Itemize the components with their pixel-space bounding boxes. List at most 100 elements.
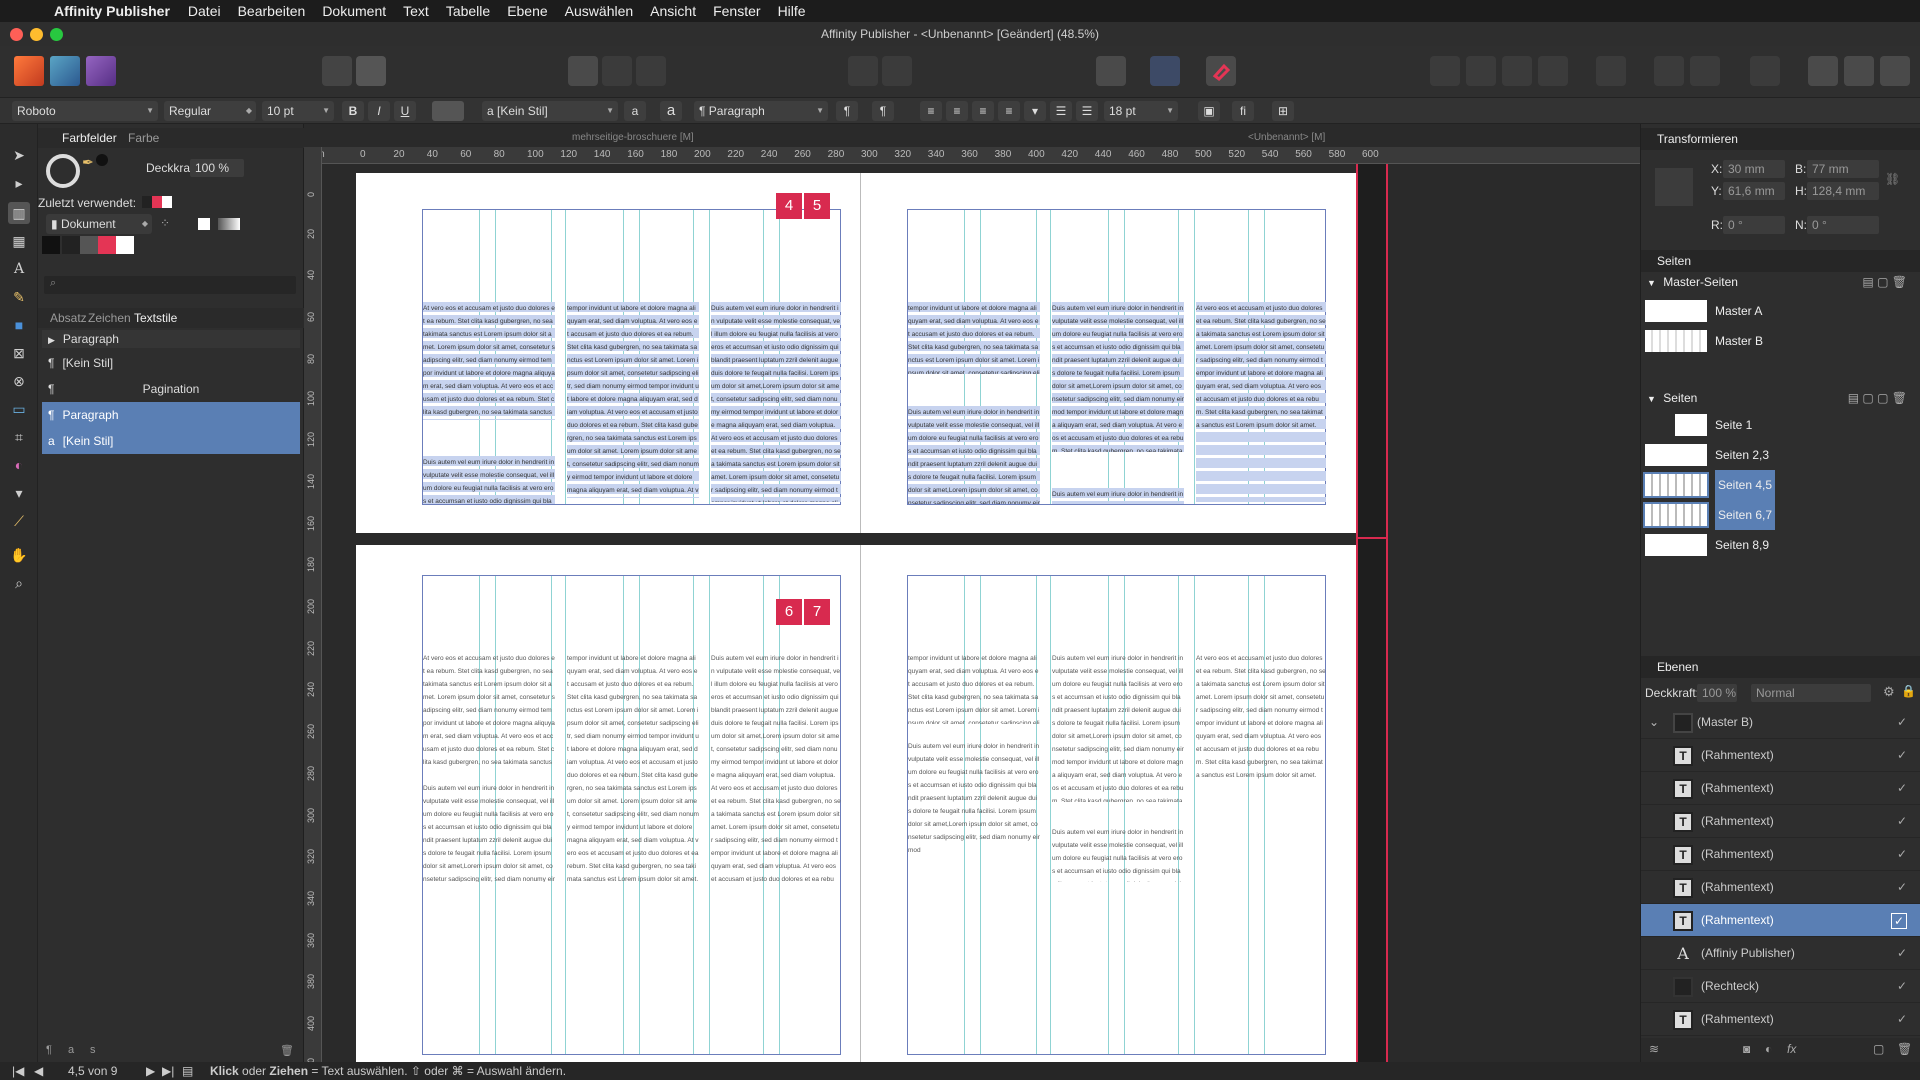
next-page-icon[interactable]: ▶ xyxy=(146,1062,155,1080)
crop-tool-icon[interactable]: ⌗ xyxy=(8,426,30,448)
layer-row[interactable]: T (Rahmentext) ✓ xyxy=(1641,739,1920,772)
spread-4-5[interactable]: At vero eos et accusam et justo duo dolo… xyxy=(356,173,1356,533)
text-column[interactable]: tempor invidunt ut labore et dolore magn… xyxy=(567,302,699,498)
master-page-item[interactable]: Master B xyxy=(1641,326,1920,356)
mask-icon[interactable]: ◙ xyxy=(1743,1042,1750,1056)
stop-icon[interactable] xyxy=(882,56,912,86)
preflight-icon[interactable] xyxy=(322,56,352,86)
document-canvas[interactable]: At vero eos et accusam et justo duo dolo… xyxy=(322,147,1640,1062)
layer-row[interactable]: T (Rahmentext) ✓ xyxy=(1641,805,1920,838)
leading-field[interactable]: 18 pt ▼ xyxy=(1104,101,1178,121)
layer-row[interactable]: T (Rahmentext) ✓ xyxy=(1641,871,1920,904)
arrange-forward-icon[interactable] xyxy=(1466,56,1496,86)
zoom-tool-icon[interactable]: ⌕ xyxy=(8,572,30,594)
style-item-kein-stil-char[interactable]: a [Kein Stil] xyxy=(42,428,300,454)
tab-zeichen[interactable]: Zeichen xyxy=(88,311,131,325)
swatch-dark[interactable] xyxy=(62,236,80,254)
style-item-pagination[interactable]: ¶ Pagination xyxy=(42,376,300,402)
app-menu[interactable]: Affinity Publisher xyxy=(54,3,170,19)
text-column[interactable]: Duis autem vel eum iriure dolor in hendr… xyxy=(1052,488,1184,504)
menu-ebene[interactable]: Ebene xyxy=(507,3,547,19)
fill-stroke-indicator[interactable] xyxy=(46,154,80,188)
shear-field[interactable]: 0 ° xyxy=(1807,216,1879,234)
preview-mode-icon[interactable] xyxy=(636,56,666,86)
align-left-text-icon[interactable]: ≡ xyxy=(920,101,942,121)
pin-icon[interactable] xyxy=(848,56,878,86)
visibility-checkbox[interactable]: ✓ xyxy=(1897,772,1907,805)
palette-select[interactable]: ▮ Dokument ◆ xyxy=(46,214,152,234)
layer-row[interactable]: ⌄ (Master B) ✓ xyxy=(1641,706,1920,739)
underline-button[interactable]: U xyxy=(394,101,416,121)
hand-tool-icon[interactable]: ✋ xyxy=(8,544,30,566)
settings-icon[interactable] xyxy=(356,56,386,86)
master-pages-header[interactable]: ▼ Master-Seiten ▤ ▢ 🗑 xyxy=(1641,272,1920,292)
lock-icon[interactable]: 🔒 xyxy=(1901,684,1916,698)
recent-swatch-white[interactable] xyxy=(162,196,172,208)
visibility-checkbox[interactable]: ✓ xyxy=(1897,871,1907,904)
horizontal-ruler[interactable]: mm 0 20 40 60 80 100 120 140 160 180 200 220 240 260 2… xyxy=(322,147,1640,164)
color-picker-tool-icon[interactable]: ◐ xyxy=(8,454,30,476)
snapping-icon[interactable] xyxy=(1206,56,1236,86)
designer-persona-icon[interactable] xyxy=(50,56,80,86)
pipette-tool-icon[interactable]: ⟋ xyxy=(8,510,30,532)
align-icon[interactable] xyxy=(1150,56,1180,86)
menu-bearbeiten[interactable]: Bearbeiten xyxy=(238,3,306,19)
baseline-grid-icon[interactable]: ⊞ xyxy=(1272,101,1294,121)
visibility-checkbox[interactable]: ✓ xyxy=(1897,1003,1907,1036)
layer-row[interactable]: T (Rahmentext) ✓ xyxy=(1641,772,1920,805)
text-frame-left[interactable]: At vero eos et accusam et justo duo dolo… xyxy=(422,209,841,505)
italic-button[interactable]: I xyxy=(368,101,390,121)
ellipse-frame-tool-icon[interactable]: ⊗ xyxy=(8,370,30,392)
numbered-list-icon[interactable]: ☰ xyxy=(1076,101,1098,121)
delete-layer-icon[interactable]: 🗑 xyxy=(1897,1042,1912,1056)
page-item[interactable]: Seiten 2,3 xyxy=(1641,440,1920,470)
text-column[interactable]: Duis autem vel eum iriure dolor in hendr… xyxy=(1052,302,1184,452)
opacity-field[interactable]: 100 % xyxy=(190,159,244,177)
x-field[interactable]: 30 mm xyxy=(1723,160,1785,178)
layer-opacity-field[interactable]: 100 % xyxy=(1697,684,1737,702)
add-layer-icon[interactable]: ▢ xyxy=(1873,1042,1884,1056)
page-item[interactable]: Seiten 6,7 xyxy=(1641,500,1920,530)
layer-row[interactable]: T (Rahmentext) ✓ xyxy=(1641,1003,1920,1036)
visibility-checkbox[interactable]: ✓ xyxy=(1897,937,1907,970)
fill-tool-icon[interactable]: ▾ xyxy=(8,482,30,504)
width-field[interactable]: 77 mm xyxy=(1807,160,1879,178)
swatch-search-input[interactable]: ⌕ xyxy=(44,276,296,294)
ligature-icon[interactable]: fi xyxy=(1232,101,1254,121)
table-tool-icon[interactable]: ▦ xyxy=(8,230,30,252)
text-column[interactable]: Duis autem vel eum iriure dolor in hendr… xyxy=(423,782,555,882)
page-thumbnail-icon[interactable]: ▤ xyxy=(182,1062,193,1080)
text-wrap-icon[interactable] xyxy=(1096,56,1126,86)
visibility-checkbox[interactable]: ✓ xyxy=(1897,706,1907,739)
page-indicator[interactable]: 4,5 von 9 xyxy=(68,1062,117,1080)
prev-page-icon[interactable]: ◀ xyxy=(34,1062,43,1080)
align-left-icon[interactable] xyxy=(1596,56,1626,86)
paragraph-style-select[interactable]: ¶ Paragraph ▼ xyxy=(694,101,828,121)
text-column[interactable]: At vero eos et accusam et justo duo dolo… xyxy=(1196,652,1326,882)
bold-button[interactable]: B xyxy=(342,101,364,121)
style-group-paragraph[interactable]: ▶ Paragraph xyxy=(42,330,300,348)
align-right-text-icon[interactable]: ≡ xyxy=(972,101,994,121)
node-tool-icon[interactable]: ▸ xyxy=(8,172,30,194)
text-color-swatch[interactable] xyxy=(432,101,464,121)
text-column[interactable]: tempor invidunt ut labore et dolore magn… xyxy=(908,652,1040,724)
arrange-backward-icon[interactable] xyxy=(1502,56,1532,86)
flip-vertical-icon[interactable] xyxy=(1690,56,1720,86)
place-image-tool-icon[interactable]: ▭ xyxy=(8,398,30,420)
anchor-point-icon[interactable] xyxy=(1655,168,1693,206)
arrange-back-icon[interactable] xyxy=(1538,56,1568,86)
swatch-gray[interactable] xyxy=(80,236,98,254)
text-column[interactable]: tempor invidunt ut labore et dolore magn… xyxy=(908,302,1040,374)
adjustment-icon[interactable]: ◐ xyxy=(1765,1042,1772,1056)
menu-ansicht[interactable]: Ansicht xyxy=(650,3,696,19)
layer-row[interactable]: A (Affiniy Publisher) ✓ xyxy=(1641,937,1920,970)
delete-style-icon[interactable]: 🗑 xyxy=(280,1044,294,1057)
clear-char-style-icon[interactable]: a xyxy=(624,101,646,121)
visibility-checkbox[interactable]: ✓ xyxy=(1897,838,1907,871)
visibility-checkbox[interactable]: ✓ xyxy=(1897,805,1907,838)
subtract-icon[interactable] xyxy=(1844,56,1874,86)
tab-absatz[interactable]: Absatz xyxy=(50,311,87,325)
close-window-button[interactable] xyxy=(10,28,23,41)
rotate-left-icon[interactable] xyxy=(1750,56,1780,86)
flip-horizontal-icon[interactable] xyxy=(1654,56,1684,86)
